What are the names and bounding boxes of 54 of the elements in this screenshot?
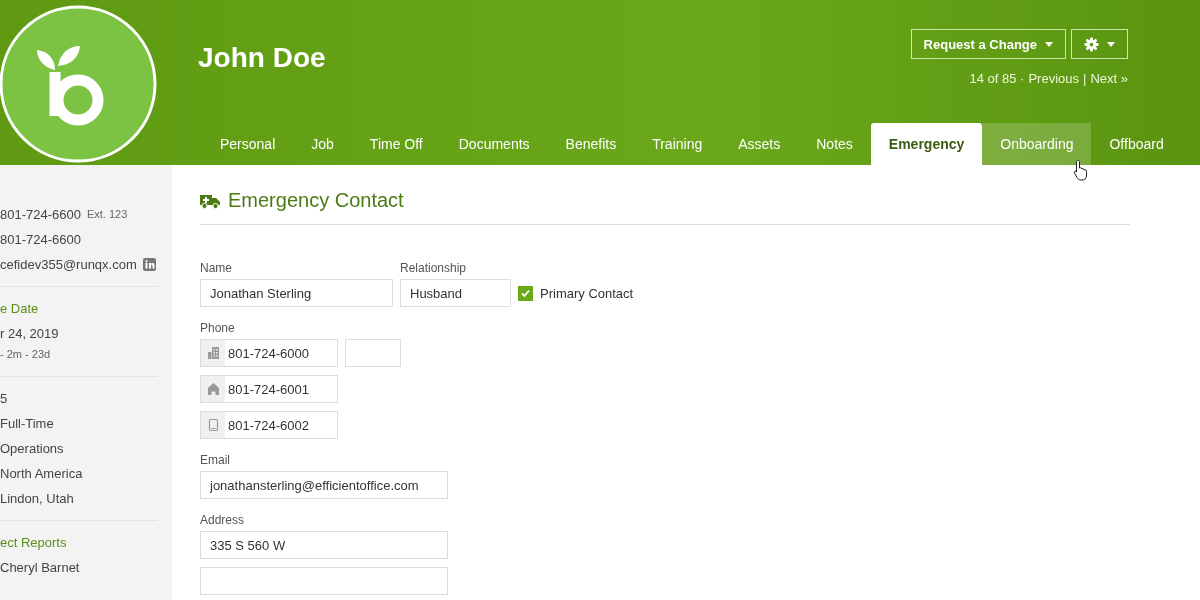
checkmark-icon: [520, 287, 531, 299]
field-label: Name: [200, 261, 233, 275]
caret-icon: [1045, 41, 1053, 47]
email-address[interactable]: cefidev355@runqx.com: [0, 255, 137, 274]
checkbox-label: Primary Contact: [540, 285, 634, 301]
tab[interactable]: Job: [293, 123, 352, 165]
extension-text: Ext. 123: [86, 207, 128, 222]
settings-button[interactable]: [1071, 29, 1128, 59]
hand-cursor-icon: [1073, 159, 1089, 181]
tab[interactable]: Onboarding: [982, 123, 1092, 165]
phone-number: 801-724-6600: [0, 231, 82, 249]
tab[interactable]: Assets: [720, 123, 799, 165]
tenure-text: - 2m - 23d: [0, 347, 52, 362]
phone-number: 801-724-6600: [0, 206, 81, 224]
employee-name: John Doe: [198, 42, 326, 75]
section-heading: ect Reports: [0, 534, 68, 552]
previous-link[interactable]: Previous: [1028, 71, 1080, 86]
field-label: Address: [200, 513, 246, 527]
field-label: Phone: [200, 321, 236, 335]
tab[interactable]: Personal: [202, 123, 294, 165]
logo-icon: [0, 4, 158, 164]
address-field[interactable]: 335 S 560 W: [200, 531, 448, 559]
settings-icon: [1084, 36, 1099, 52]
extension-field[interactable]: [345, 339, 401, 367]
info-text: North America: [0, 465, 84, 483]
section-heading: e Date: [0, 300, 40, 318]
info-text: Operations: [0, 440, 65, 458]
tab[interactable]: Time Off: [351, 123, 441, 165]
tab[interactable]: Notes: [798, 123, 871, 165]
info-text: Lindon, Utah: [0, 490, 75, 508]
address-line-field[interactable]: [200, 567, 448, 595]
section-title: Emergency Contact: [228, 189, 404, 212]
ambulance-icon: [200, 192, 220, 209]
request-change-button[interactable]: Request a Change: [910, 29, 1066, 59]
info-text: Cheryl Barnet: [0, 559, 81, 577]
field-label: Email: [200, 453, 231, 467]
name-field[interactable]: Jonathan Sterling: [200, 279, 393, 307]
info-text: r 24, 2019: [0, 325, 60, 343]
tab[interactable]: Documents: [440, 123, 548, 165]
field-label: Relationship: [400, 261, 468, 275]
record-position: 14 of 85 ·: [969, 71, 1025, 86]
next-link[interactable]: Next »: [1090, 71, 1128, 86]
info-text: Full-Time: [0, 415, 55, 433]
linkedin-icon: [142, 258, 156, 271]
relationship-field[interactable]: Husband: [400, 279, 511, 307]
email-field[interactable]: jonathansterling@efficientoffice.com: [200, 471, 448, 499]
tab[interactable]: Training: [634, 123, 721, 165]
caret-icon: [1107, 41, 1115, 47]
separator: |: [1083, 71, 1087, 86]
checkbox[interactable]: [518, 285, 533, 301]
info-text: 5: [0, 390, 9, 408]
tab[interactable]: Emergency: [870, 123, 983, 165]
tab[interactable]: Benefits: [547, 123, 635, 165]
tab[interactable]: Offboard: [1091, 123, 1182, 165]
